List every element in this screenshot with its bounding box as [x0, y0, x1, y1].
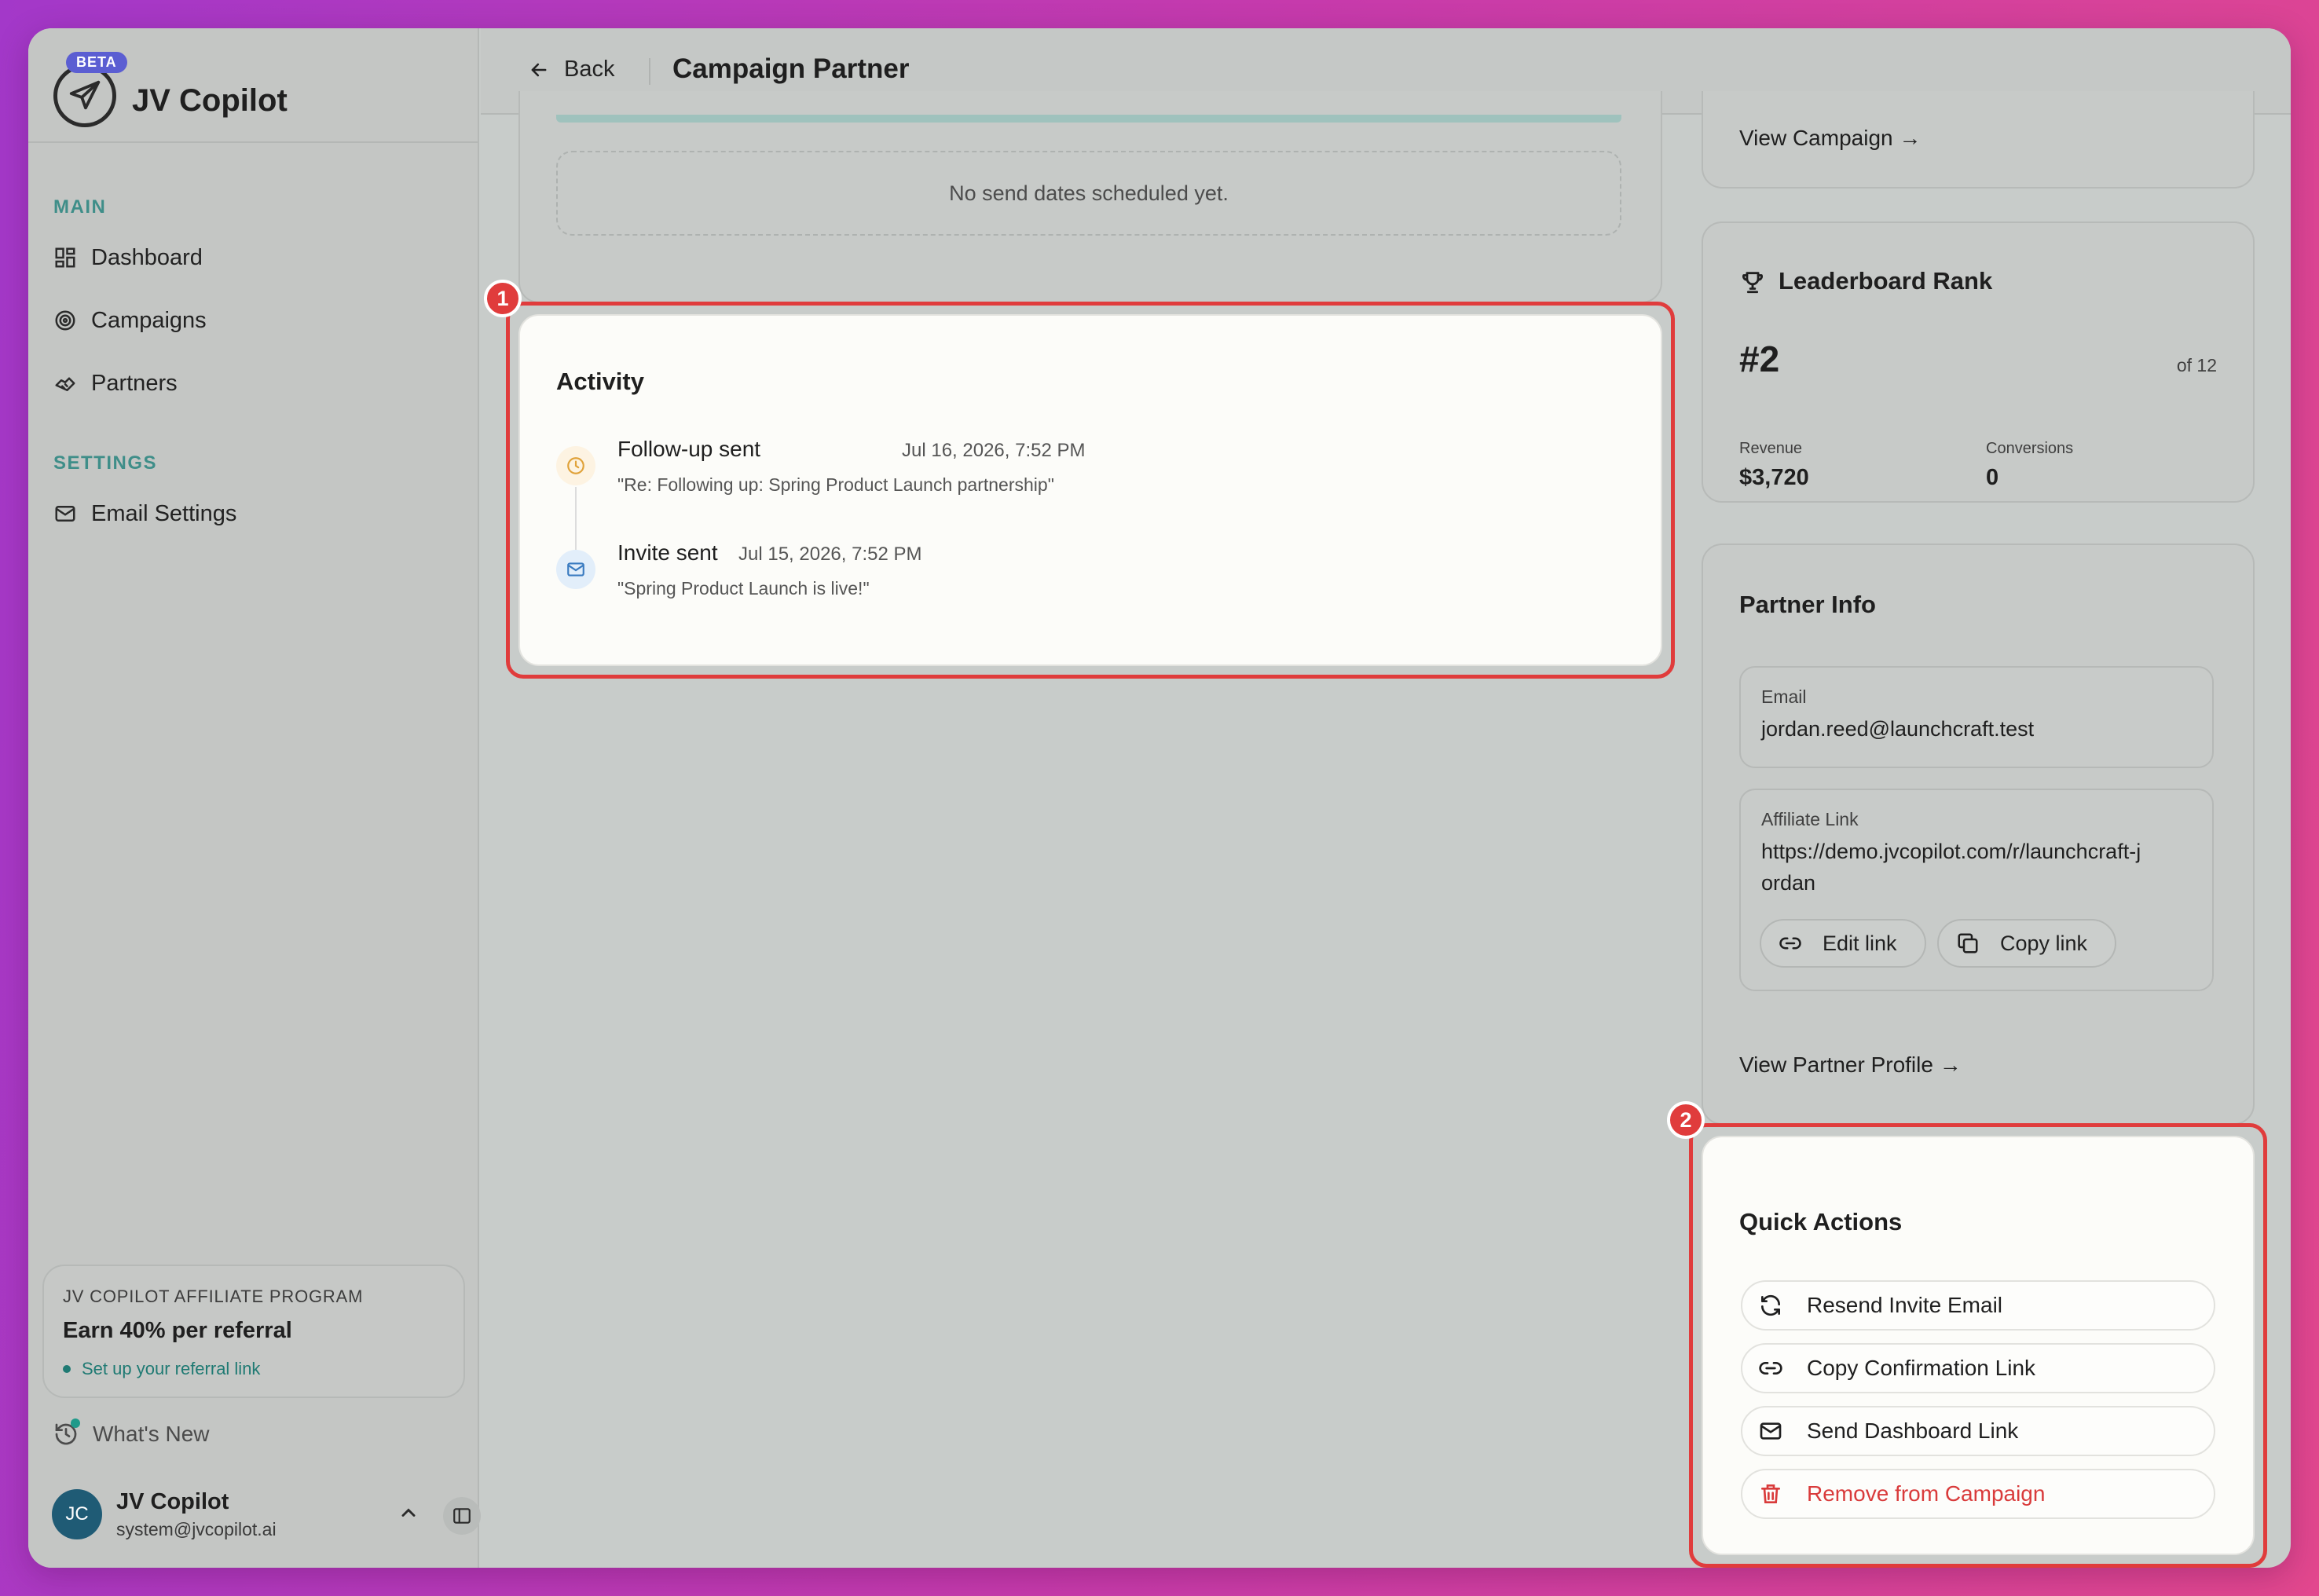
- edit-link-label: Edit link: [1823, 931, 1897, 955]
- handshake-icon: [55, 377, 75, 391]
- dashboard-icon: [55, 247, 75, 268]
- brand[interactable]: BETA JV Copilot: [53, 44, 462, 141]
- sidebar-item-label: Dashboard: [91, 244, 203, 270]
- sidebar-divider: [28, 141, 478, 143]
- section-label-settings: SETTINGS: [53, 452, 158, 474]
- avatar: JC: [52, 1489, 102, 1539]
- email-label: Email: [1761, 686, 1807, 707]
- campaign-card: View Campaign →: [1702, 91, 2255, 189]
- user-email: system@jvcopilot.ai: [116, 1519, 277, 1539]
- sidebar-toggle-button[interactable]: [443, 1497, 481, 1535]
- referral-link[interactable]: Set up your referral link: [63, 1359, 260, 1379]
- target-icon: [55, 310, 75, 331]
- sidebar: BETA JV Copilot MAIN Dashboard Campaigns…: [28, 28, 481, 1568]
- email-field[interactable]: Email jordan.reed@launchcraft.test: [1739, 666, 2214, 768]
- sidebar-item-campaigns[interactable]: Campaigns: [53, 298, 446, 342]
- panel-left-icon: [453, 1508, 471, 1524]
- user-name: JV Copilot: [116, 1489, 229, 1514]
- leaderboard-title: Leaderboard Rank: [1779, 267, 1993, 295]
- beta-badge: BETA: [66, 52, 127, 73]
- conversions-value: 0: [1986, 465, 1999, 490]
- back-label: Back: [564, 57, 615, 82]
- paper-plane-logo-icon: [53, 64, 116, 127]
- partner-info-card: Partner Info Email jordan.reed@launchcra…: [1702, 544, 2255, 1125]
- sidebar-item-label: Email Settings: [91, 500, 237, 526]
- sidebar-item-partners[interactable]: Partners: [53, 361, 446, 405]
- back-button[interactable]: Back: [528, 57, 614, 82]
- highlight-quick-actions: [1689, 1123, 2267, 1568]
- sidebar-item-dashboard[interactable]: Dashboard: [53, 236, 446, 280]
- brand-name: JV Copilot: [132, 83, 288, 118]
- promo-title: Earn 40% per referral: [63, 1318, 292, 1343]
- topbar-divider: [649, 58, 650, 85]
- affiliate-url-line2: ordan: [1761, 871, 1816, 895]
- section-label-main: MAIN: [53, 196, 107, 218]
- referral-link-label: Set up your referral link: [82, 1359, 261, 1378]
- view-campaign-link[interactable]: View Campaign →: [1739, 126, 1921, 151]
- user-menu[interactable]: JC JV Copilot system@jvcopilot.ai: [52, 1484, 481, 1547]
- copy-link-label: Copy link: [2000, 931, 2088, 955]
- rank-number: #2: [1739, 339, 1780, 379]
- sidebar-item-label: Campaigns: [91, 307, 207, 333]
- whats-new-label: What's New: [93, 1422, 210, 1446]
- no-send-dates-placeholder: No send dates scheduled yet.: [556, 151, 1621, 236]
- notification-dot: [71, 1418, 80, 1428]
- affiliate-promo-card[interactable]: JV COPILOT AFFILIATE PROGRAM Earn 40% pe…: [42, 1265, 465, 1398]
- whats-new-link[interactable]: What's New: [53, 1418, 210, 1447]
- conversions-label: Conversions: [1986, 440, 2074, 457]
- schedule-progress-bar: [556, 115, 1621, 123]
- history-icon: [53, 1418, 80, 1447]
- link-icon: [1779, 937, 1801, 950]
- chevron-up-icon[interactable]: [397, 1502, 419, 1524]
- revenue-value: $3,720: [1739, 465, 1809, 490]
- affiliate-label: Affiliate Link: [1761, 809, 1859, 829]
- affiliate-url-line1: https://demo.jvcopilot.com/r/launchcraft…: [1761, 840, 2141, 863]
- leaderboard-card: Leaderboard Rank #2 of 12 Revenue $3,720…: [1702, 221, 2255, 503]
- view-partner-profile-link[interactable]: View Partner Profile →: [1739, 1052, 1962, 1078]
- copy-icon: [1958, 933, 1978, 954]
- rank-total: of 12: [2176, 355, 2217, 375]
- sidebar-item-label: Partners: [91, 370, 178, 396]
- copy-link-button[interactable]: Copy link: [1937, 919, 2116, 968]
- edit-link-button[interactable]: Edit link: [1760, 919, 1926, 968]
- affiliate-link-field: Affiliate Link https://demo.jvcopilot.co…: [1739, 789, 2214, 991]
- annotation-badge-1: 1: [484, 280, 522, 317]
- email-value: jordan.reed@launchcraft.test: [1761, 717, 2035, 741]
- app-window: BETA JV Copilot MAIN Dashboard Campaigns…: [28, 28, 2291, 1568]
- mail-icon: [55, 506, 75, 522]
- trophy-icon: [1742, 272, 1763, 294]
- partner-info-title: Partner Info: [1739, 591, 1876, 618]
- page-title: Campaign Partner: [672, 53, 910, 84]
- promo-kicker: JV COPILOT AFFILIATE PROGRAM: [63, 1287, 364, 1306]
- status-dot-icon: [63, 1365, 71, 1373]
- annotation-badge-2: 2: [1667, 1101, 1705, 1139]
- sidebar-item-email-settings[interactable]: Email Settings: [53, 492, 446, 536]
- revenue-label: Revenue: [1739, 440, 1803, 457]
- highlight-activity: [506, 302, 1675, 679]
- arrow-left-icon: [531, 63, 547, 76]
